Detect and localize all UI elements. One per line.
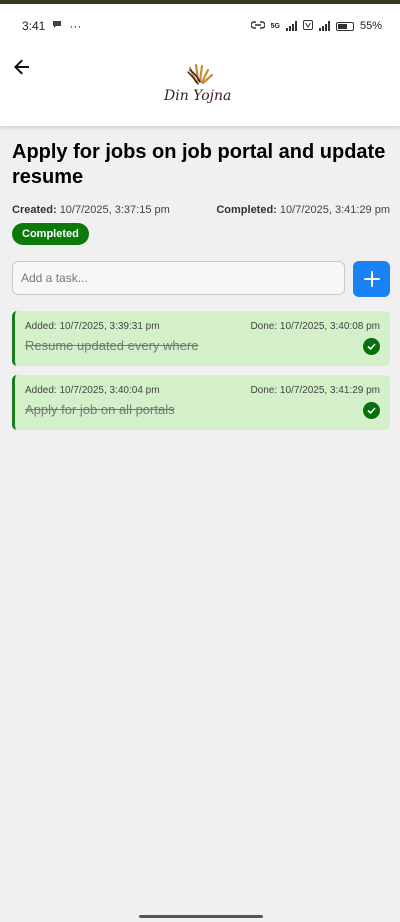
task-list: Added: 10/7/2025, 3:39:31 pm Done: 10/7/… [12,311,390,430]
created-info: Created: 10/7/2025, 3:37:15 pm [12,204,170,216]
status-badge: Completed [12,223,89,245]
created-label: Created: [12,204,57,216]
task-added-time: Added: 10/7/2025, 3:39:31 pm [25,321,160,332]
back-button[interactable] [10,55,34,79]
chat-bubble-icon [52,19,62,33]
completed-label: Completed: [216,204,277,216]
volte-icon [302,19,313,33]
status-bar: 3:41 ··· 5G 55% [0,4,400,48]
created-value: 10/7/2025, 3:37:15 pm [59,204,170,216]
task-text: Resume updated every where [25,338,199,353]
more-notifications-icon: ··· [69,19,82,33]
project-meta: Created: 10/7/2025, 3:37:15 pm Completed… [12,204,390,216]
completed-info: Completed: 10/7/2025, 3:41:29 pm [216,204,390,216]
home-indicator[interactable] [139,915,263,918]
arrow-left-icon [14,59,29,75]
app-bar: Din Yojna [0,48,400,126]
project-details: Apply for jobs on job portal and update … [12,140,390,439]
check-circle-icon[interactable] [363,402,380,419]
plus-icon [363,271,380,287]
add-task-row [12,261,390,297]
status-time: 3:41 [22,19,46,33]
page-title: Apply for jobs on job portal and update … [12,141,386,188]
add-task-button[interactable] [353,261,390,297]
task-done-time: Done: 10/7/2025, 3:41:29 pm [250,385,380,396]
task-item[interactable]: Added: 10/7/2025, 3:40:04 pm Done: 10/7/… [12,375,390,430]
task-done-time: Done: 10/7/2025, 3:40:08 pm [250,321,380,332]
add-task-input[interactable] [12,261,345,295]
battery-percent: 55% [359,20,382,32]
signal-icon [285,21,297,31]
task-added-time: Added: 10/7/2025, 3:40:04 pm [25,385,160,396]
network-type: 5G [270,22,280,30]
task-text: Apply for job on all portals [25,402,175,417]
link-icon [250,20,266,33]
completed-value: 10/7/2025, 3:41:29 pm [279,204,390,216]
check-circle-icon[interactable] [363,338,380,355]
din-yojna-logo: Din Yojna [160,60,246,112]
signal-icon-2 [318,21,330,31]
task-item[interactable]: Added: 10/7/2025, 3:39:31 pm Done: 10/7/… [12,311,390,366]
logo-text: Din Yojna [163,88,231,104]
battery-icon [335,21,354,31]
